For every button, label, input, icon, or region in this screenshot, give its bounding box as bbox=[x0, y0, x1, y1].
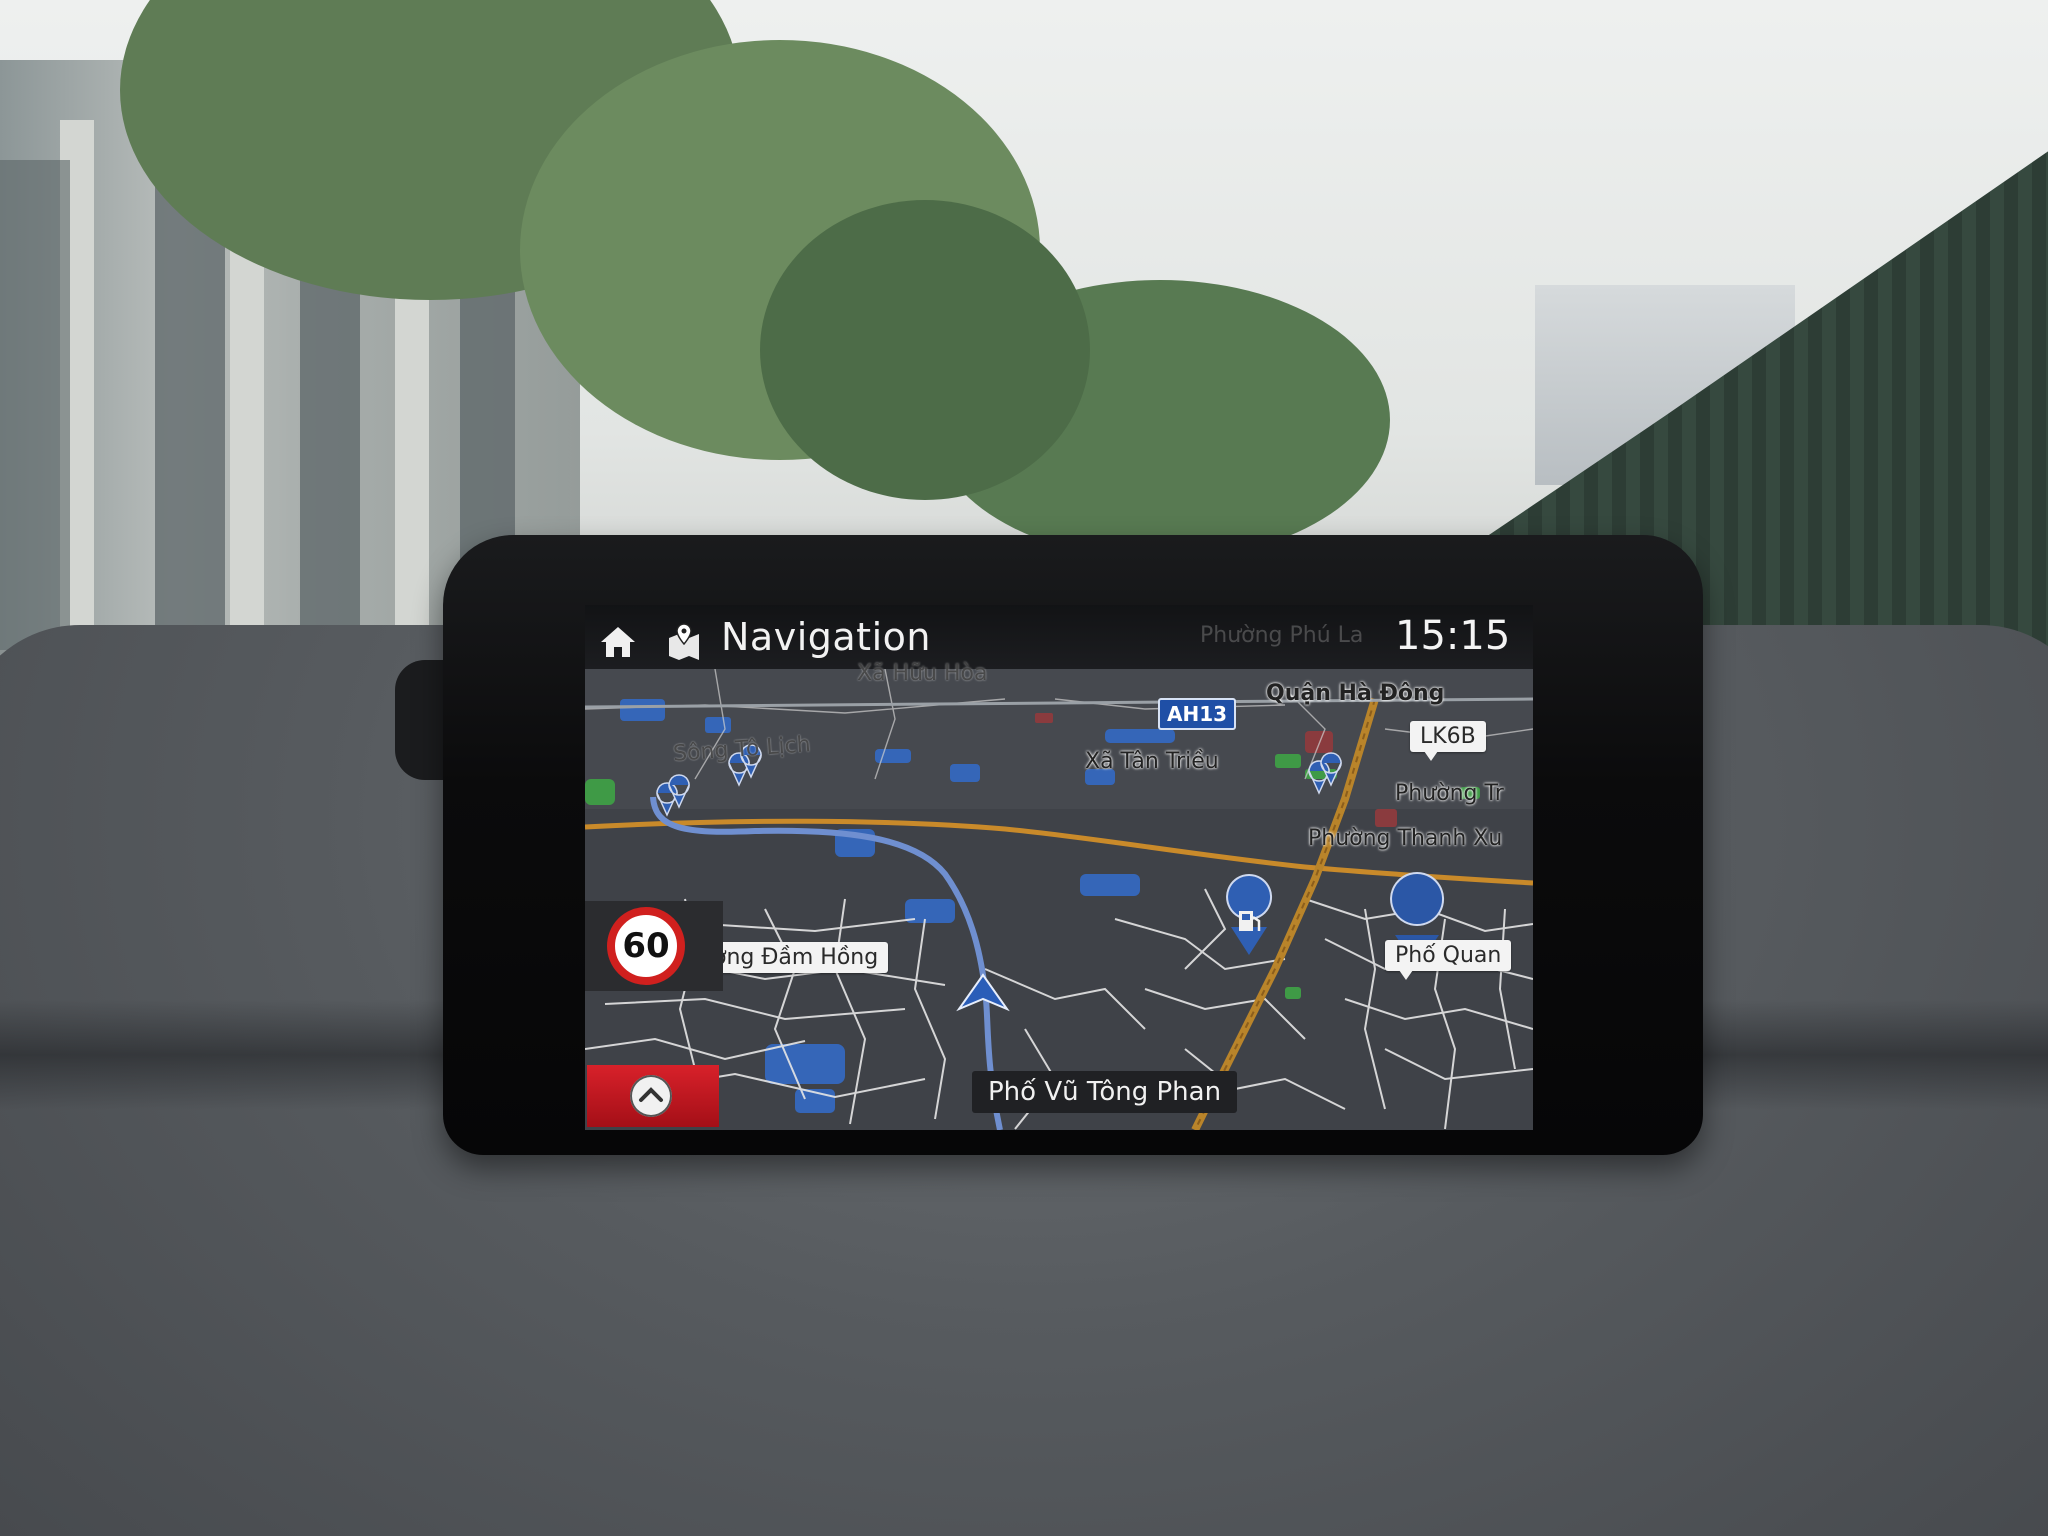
compass-button[interactable] bbox=[587, 1065, 719, 1127]
clock: 15:15 bbox=[1395, 613, 1511, 659]
header-bar: Navigation Phường Phú La 15:15 bbox=[585, 605, 1533, 669]
map-label: Phường Thanh Xu bbox=[1308, 826, 1503, 851]
current-street: Phố Vũ Tông Phan bbox=[972, 1071, 1238, 1113]
road-shield: AH13 bbox=[1158, 698, 1237, 730]
map-label: Xã Tân Triều bbox=[1085, 749, 1219, 774]
map-label: Quận Hà Đông bbox=[1266, 681, 1445, 706]
map-callout[interactable]: Phố Quan bbox=[1385, 940, 1512, 980]
compass-icon bbox=[630, 1075, 672, 1117]
locality-label: Phường Phú La bbox=[1200, 623, 1364, 648]
map-label: Xã Hữu Hòa bbox=[857, 661, 988, 686]
speed-limit-panel: 60 bbox=[585, 901, 723, 991]
map-callout[interactable]: LK6B bbox=[1410, 721, 1486, 761]
navigation-screen: Navigation Phường Phú La 15:15 Xã Hữu Hò… bbox=[585, 605, 1533, 1130]
map-pin-icon bbox=[665, 622, 703, 662]
page-title: Navigation bbox=[721, 615, 931, 659]
map-view[interactable]: Xã Hữu Hòa Quận Hà Đông AH13 Xã Tân Triề… bbox=[585, 661, 1533, 1130]
map-label: Phường Tr bbox=[1395, 781, 1504, 806]
speed-limit-sign: 60 bbox=[607, 907, 685, 985]
home-icon[interactable] bbox=[599, 625, 637, 659]
tree bbox=[760, 200, 1090, 500]
